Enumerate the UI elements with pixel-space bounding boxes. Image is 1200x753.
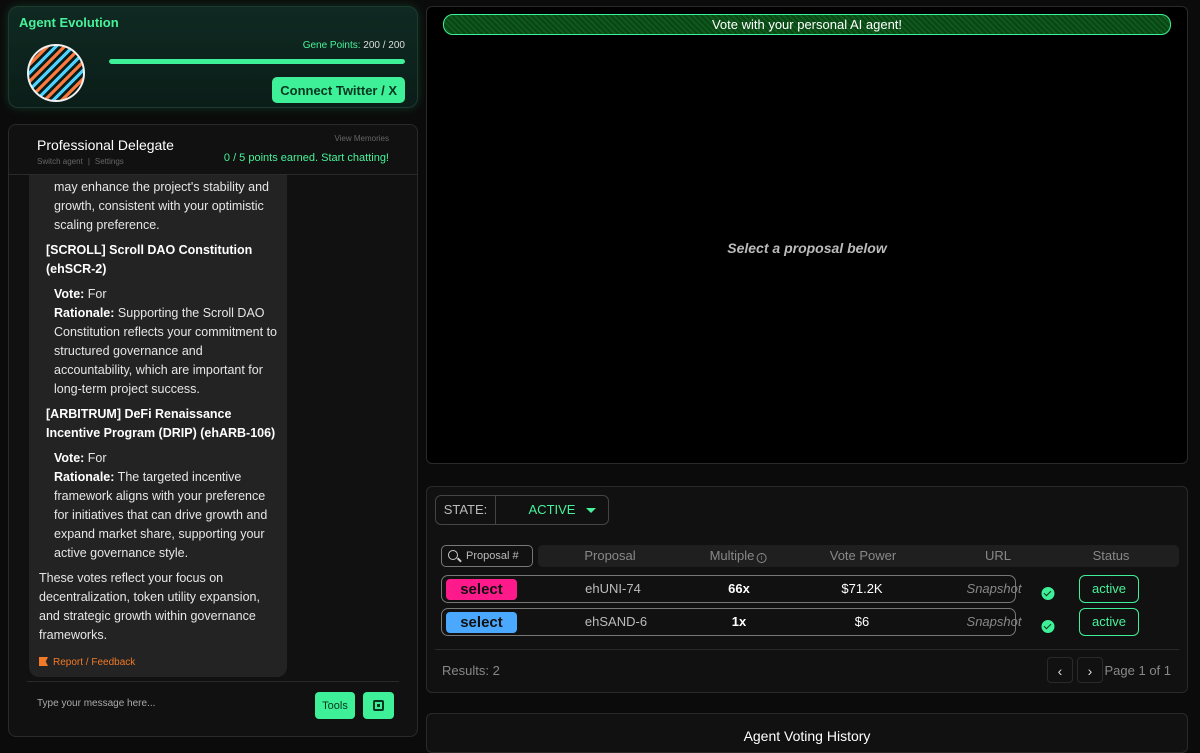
chip-button[interactable] (363, 692, 394, 719)
connect-twitter-button[interactable]: Connect Twitter / X (272, 77, 405, 103)
agent-evolution-title: Agent Evolution (19, 15, 119, 30)
proposal-vote-power: $6 (854, 614, 870, 629)
proposal-search-input[interactable] (464, 548, 530, 564)
vote-label: Vote: (54, 451, 85, 465)
gene-points-value: 200 / 200 (363, 40, 405, 51)
col-proposal: Proposal (584, 548, 636, 563)
select-proposal-hint: Select a proposal below (727, 240, 887, 256)
proposal-heading-scroll: [SCROLL] Scroll DAO Constitution (ehSCR-… (46, 243, 253, 276)
vote-panel: Vote with your personal AI agent! Select… (426, 6, 1188, 464)
vote-banner: Vote with your personal AI agent! (443, 14, 1171, 35)
check-icon (1041, 620, 1055, 633)
info-icon[interactable]: i (756, 553, 767, 563)
message-line: may enhance the project's stability and (54, 180, 270, 194)
state-value: ACTIVE (528, 502, 576, 517)
settings-link[interactable]: Settings (95, 157, 124, 166)
col-status: Status (1092, 548, 1130, 563)
chevron-down-icon (586, 508, 596, 513)
page-indicator: Page 1 of 1 (1104, 663, 1172, 678)
chat-input-row: Tools (27, 681, 399, 729)
agent-evolution-card: Agent Evolution Gene Points: 200 / 200 C… (8, 6, 418, 108)
proposal-multiple: 66x (728, 581, 750, 596)
proposals-panel: STATE: ACTIVE Proposal Multiplei Vote Po… (426, 486, 1188, 693)
proposal-vote-power: $71.2K (841, 581, 883, 596)
vote-line: Vote: For (39, 449, 277, 468)
rationale-label: Rationale: (54, 306, 115, 320)
state-filter[interactable]: STATE: ACTIVE (435, 495, 609, 525)
gene-progress-bar (109, 59, 405, 64)
flag-icon (39, 657, 48, 666)
chat-header: Professional Delegate Switch agent | Setti… (9, 125, 417, 175)
table-row: select ehSAND-6 1x $6 Snapshot (441, 608, 1055, 636)
table-header: Proposal Multiplei Vote Power URL Status (441, 545, 1179, 567)
status-badge: active (1079, 608, 1139, 636)
next-page-button[interactable]: › (1077, 657, 1103, 683)
column-header-bar: Proposal Multiple i Vote Power URL Status (538, 545, 1179, 567)
tools-button[interactable]: Tools (315, 692, 355, 719)
proposal-name: ehUNI-74 (585, 581, 641, 596)
link-separator: | (87, 157, 90, 166)
message-content: ecosystem's strategic direction, which m… (29, 159, 287, 645)
message-summary: These votes reflect your focus on decent… (39, 571, 260, 642)
results-count: Results: 2 (442, 663, 500, 678)
rationale-line: Rationale: Supporting the Scroll DAO Con… (39, 304, 277, 399)
view-memories-link[interactable]: View Memories (334, 134, 389, 143)
select-button[interactable]: select (446, 579, 517, 600)
rationale-label: Rationale: (54, 470, 115, 484)
col-vote-power: Vote Power (829, 548, 897, 563)
rationale-line: Rationale: The targeted incentive framew… (39, 468, 277, 563)
agent-message: ecosystem's strategic direction, which m… (29, 159, 287, 677)
snapshot-link[interactable]: Snapshot (967, 609, 1022, 635)
vote-label: Vote: (54, 287, 85, 301)
gene-points: Gene Points: 200 / 200 (303, 40, 405, 51)
table-row: select ehUNI-74 66x $71.2K Snapshot (441, 575, 1055, 603)
voting-history-title: Agent Voting History (743, 728, 871, 744)
voting-history-panel: Agent Voting History (426, 713, 1188, 753)
gene-points-label: Gene Points: (302, 40, 361, 51)
points-status: 0 / 5 points earned. Start chatting! (223, 152, 389, 164)
vote-line: Vote: For (39, 285, 277, 304)
report-label: Report / Feedback (53, 657, 136, 668)
proposal-multiple: 1x (731, 614, 747, 629)
agent-name: Professional Delegate (37, 137, 174, 153)
state-select[interactable]: ACTIVE (496, 496, 608, 524)
chat-panel: ecosystem's strategic direction, which m… (8, 124, 418, 737)
proposal-search[interactable] (441, 545, 533, 567)
message-input[interactable] (27, 690, 307, 716)
col-url: URL (984, 548, 1012, 563)
switch-agent-link[interactable]: Switch agent (37, 157, 83, 166)
check-icon (1041, 587, 1055, 600)
snapshot-link[interactable]: Snapshot (967, 576, 1022, 602)
vote-value: For (84, 287, 107, 301)
col-multiple: Multiple i (710, 545, 767, 567)
gene-progress-fill (109, 59, 405, 64)
report-feedback-link[interactable]: Report / Feedback (39, 657, 135, 668)
status-badge: active (1079, 575, 1139, 603)
agent-links: Switch agent | Settings (37, 157, 124, 166)
prev-page-button[interactable]: ‹ (1047, 657, 1073, 683)
proposal-name: ehSAND-6 (584, 614, 648, 629)
col-multiple-label: Multiple (709, 548, 755, 563)
message-line: growth, consistent with your optimistic (54, 199, 264, 213)
message-line: scaling preference. (54, 218, 160, 232)
table-divider (435, 649, 1179, 650)
search-icon (448, 550, 458, 560)
proposal-heading-arbitrum: [ARBITRUM] DeFi Renaissance Incentive Pr… (46, 407, 276, 440)
vote-value: For (84, 451, 107, 465)
agent-avatar-icon (27, 44, 85, 102)
state-label: STATE: (436, 496, 496, 524)
select-button[interactable]: select (446, 612, 517, 633)
chip-icon (373, 700, 384, 711)
